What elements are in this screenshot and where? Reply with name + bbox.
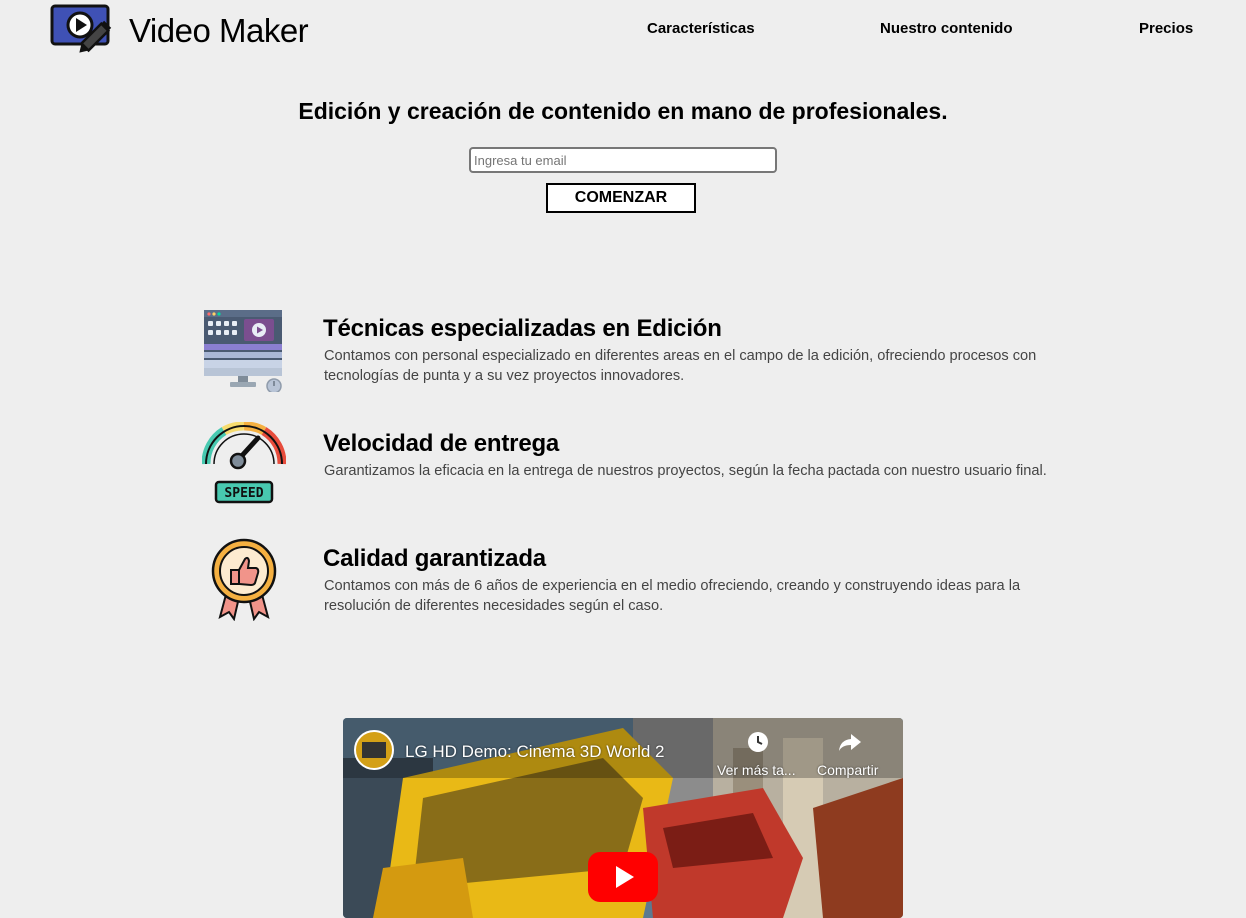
hero-title: Edición y creación de contenido en mano … <box>298 98 948 124</box>
share-label[interactable]: Compartir <box>817 762 878 778</box>
video-pencil-logo-icon <box>50 4 112 53</box>
quality-badge-thumbs-up-icon <box>211 538 277 621</box>
youtube-play-button-icon[interactable] <box>588 852 658 902</box>
feature-title: Técnicas especializadas en Edición <box>323 315 722 342</box>
youtube-video-embed[interactable]: LG HD Demo: Cinema 3D World 2 Ver más ta… <box>343 718 903 918</box>
channel-avatar-icon[interactable] <box>354 730 394 770</box>
start-button[interactable]: COMENZAR <box>546 183 696 213</box>
clock-icon[interactable] <box>746 730 770 754</box>
feature-description: Contamos con más de 6 años de experienci… <box>324 578 1021 614</box>
feature-description: Garantizamos la eficacia en la entrega d… <box>324 463 1047 479</box>
speed-label: SPEED <box>224 486 263 501</box>
brand-name: Video Maker <box>129 12 309 49</box>
email-input[interactable] <box>469 147 777 173</box>
nav-link-nuestro-contenido[interactable]: Nuestro contenido <box>880 20 1013 37</box>
logo-link[interactable]: Video Maker <box>50 4 309 54</box>
site-header: Video Maker Características Nuestro cont… <box>0 0 1246 60</box>
speedometer-icon: SPEED <box>202 422 286 504</box>
nav-link-precios[interactable]: Precios <box>1139 20 1193 37</box>
share-arrow-icon[interactable] <box>837 730 863 754</box>
video-editing-monitor-icon <box>204 310 282 392</box>
watch-later-label[interactable]: Ver más ta... <box>717 762 796 778</box>
video-title[interactable]: LG HD Demo: Cinema 3D World 2 <box>405 742 665 762</box>
feature-title: Calidad garantizada <box>323 545 546 572</box>
feature-description: Contamos con personal especializado en d… <box>324 348 1037 384</box>
feature-title: Velocidad de entrega <box>323 430 560 457</box>
nav-link-caracteristicas[interactable]: Características <box>647 20 755 37</box>
